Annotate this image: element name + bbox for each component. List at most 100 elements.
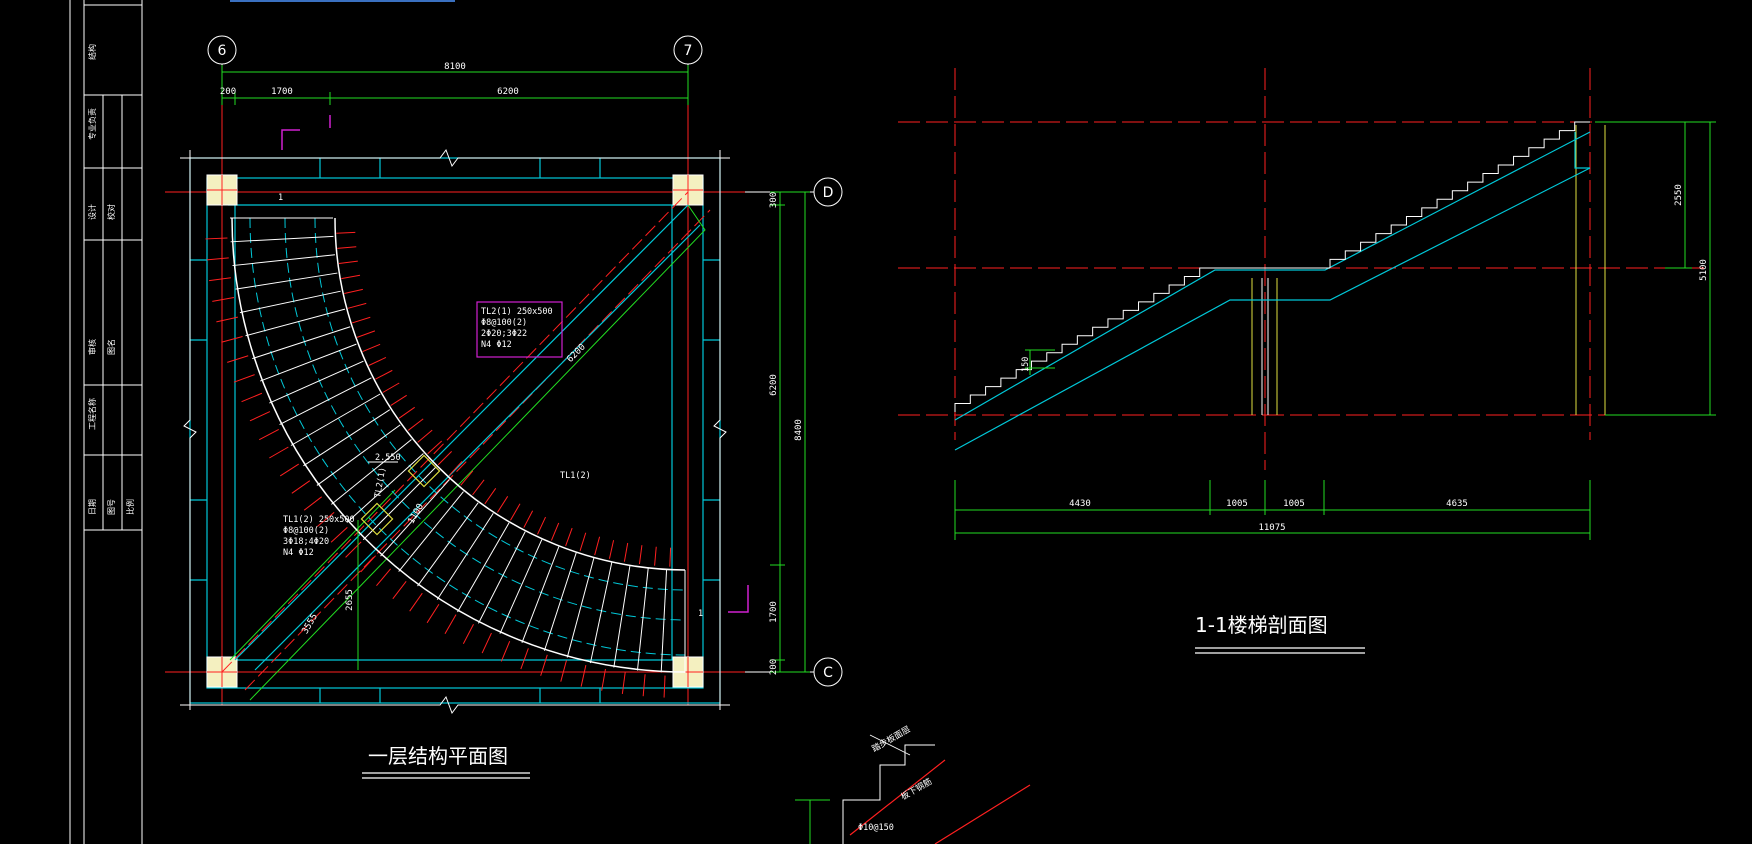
cad-drawing: 结构 专业负责 设计 校对 审核 图名 工程名称 日期 图号 比例 6 7 D … <box>69 0 1716 844</box>
stair-rail-tick <box>565 527 573 547</box>
tl1-note-line-1: TL1(2) 250x500 <box>283 515 355 525</box>
axis-label-left: 6 <box>218 43 227 59</box>
stair-tread <box>290 393 381 446</box>
section-view: 4430 1005 1005 4635 11075 2550 5100 150 … <box>898 68 1716 654</box>
stair-rail-tick <box>336 231 356 234</box>
stair-tread <box>252 326 351 360</box>
dim-right-lower: 1700 <box>769 601 779 623</box>
dim-small: 1100 <box>407 502 427 526</box>
section-dim-total-height: 5100 <box>1699 259 1709 281</box>
stair-tread <box>279 377 372 426</box>
stair-tread <box>239 290 341 314</box>
section-dim-3: 1005 <box>1283 499 1305 509</box>
stair-rail-tick <box>621 672 626 694</box>
stair-rail-tick <box>550 522 560 541</box>
stair-rail-tick <box>360 555 376 573</box>
dim-diagonal-main: 6200 <box>565 342 587 364</box>
stair-rail-tick <box>382 382 400 393</box>
stair-tread <box>230 235 334 243</box>
tb-row-6: 工程名称 <box>87 398 97 430</box>
dim-right-top: 300 <box>769 192 779 208</box>
tl1-2-label: TL1(2) <box>560 471 591 481</box>
curved-stair <box>205 217 686 698</box>
stair-rail-tick <box>510 503 521 521</box>
stair-rail-tick <box>279 463 299 477</box>
stair-rail-tick <box>608 540 615 559</box>
section-dim-upper: 2550 <box>1674 184 1684 206</box>
dim-top-right: 6200 <box>497 87 519 97</box>
axis-label-bottom: C <box>823 665 833 681</box>
stair-tread <box>613 565 631 668</box>
stair-tread <box>417 502 479 587</box>
dim-right-total: 8400 <box>794 419 804 441</box>
stair-rail-tick <box>390 394 407 406</box>
tb-row-4: 审核 <box>87 339 97 355</box>
stair-rail-tick <box>580 665 587 687</box>
tb-row-1: 专业负责 <box>87 108 97 140</box>
stair-rail-tick <box>523 510 534 528</box>
tl1-note-line-3: 3Φ18;4Φ20 <box>283 537 329 547</box>
section-dim-total: 11075 <box>1258 523 1285 533</box>
detail-label-3: 板下钢筋 <box>899 776 934 803</box>
stair-rail-tick <box>484 488 497 505</box>
detail-view: 踏步板面层 Φ10@150 板下钢筋 <box>795 724 1031 844</box>
stair-rail-tick <box>269 446 289 459</box>
tl2-note-line-2: Φ8@100(2) <box>481 318 527 328</box>
title-block-labels: 结构 专业负责 设计 校对 审核 图名 工程名称 日期 图号 比例 <box>87 44 135 515</box>
stair-rail-tick <box>460 470 474 486</box>
stair-tread <box>232 254 335 267</box>
stair-rail-tick <box>241 392 263 403</box>
stair-rail-tick <box>663 675 666 698</box>
tb-row-8: 图号 <box>107 499 116 515</box>
stair-rail-tick <box>209 277 231 282</box>
stair-rail-tick <box>472 479 485 496</box>
stair-rail-tick <box>398 406 415 419</box>
stair-rail-tick <box>520 648 529 670</box>
stair-tread <box>660 569 668 673</box>
stair-tread <box>457 522 510 613</box>
stair-rail-tick <box>368 357 387 366</box>
stair-tread <box>269 360 364 404</box>
stair-tread <box>436 512 494 600</box>
stair-rail-tick <box>344 288 363 295</box>
dim-diagonal-lower-left: 3555 <box>301 612 321 636</box>
stair-rail-tick <box>249 411 271 422</box>
tb-row-3: 校对 <box>106 204 116 220</box>
stair-tread <box>499 539 543 634</box>
stair-rail-tick <box>259 429 279 441</box>
stair-rail-tick <box>462 624 474 644</box>
dim-top-total: 8100 <box>444 62 466 72</box>
stair-rail-tick <box>338 260 358 265</box>
tl1-note-line-4: N4 Φ12 <box>283 548 314 558</box>
stair-rail-tick <box>330 527 348 543</box>
tl2-note-line-4: N4 Φ12 <box>481 340 512 350</box>
stair-rail-tick <box>356 330 376 338</box>
stair-rail-tick <box>221 336 243 343</box>
tl1-note-line-2: Φ8@100(2) <box>283 526 329 536</box>
stair-rail-tick <box>417 429 433 443</box>
stair-rail-tick <box>579 532 587 551</box>
stair-tread <box>398 491 464 572</box>
detail-label-2: Φ10@150 <box>858 823 894 833</box>
stair-tread <box>235 272 338 290</box>
stair-rail-tick <box>654 546 657 566</box>
stair-rail-tick <box>594 536 601 556</box>
stair-rail-tick <box>407 418 424 431</box>
stair-tread <box>260 343 357 382</box>
stair-rail-tick <box>444 614 457 634</box>
section-dim-1: 4430 <box>1069 499 1091 509</box>
section-stair-steps <box>1329 121 1590 268</box>
stair-rail-tick <box>560 660 567 682</box>
stair-rail-tick <box>337 246 357 249</box>
title-block <box>69 0 143 844</box>
tb-row-5: 图名 <box>106 339 116 355</box>
stair-rail-tick <box>497 496 509 513</box>
stair-rail-tick <box>233 374 255 383</box>
stair-rail-tick <box>303 496 322 511</box>
section-dim-2: 1005 <box>1226 499 1248 509</box>
stair-rail-tick <box>642 674 646 697</box>
dim-top-mid: 1700 <box>271 87 293 97</box>
dim-vertical: 2655 <box>345 589 355 611</box>
stair-rail-tick <box>540 654 548 676</box>
tb-row-9: 比例 <box>125 499 135 515</box>
